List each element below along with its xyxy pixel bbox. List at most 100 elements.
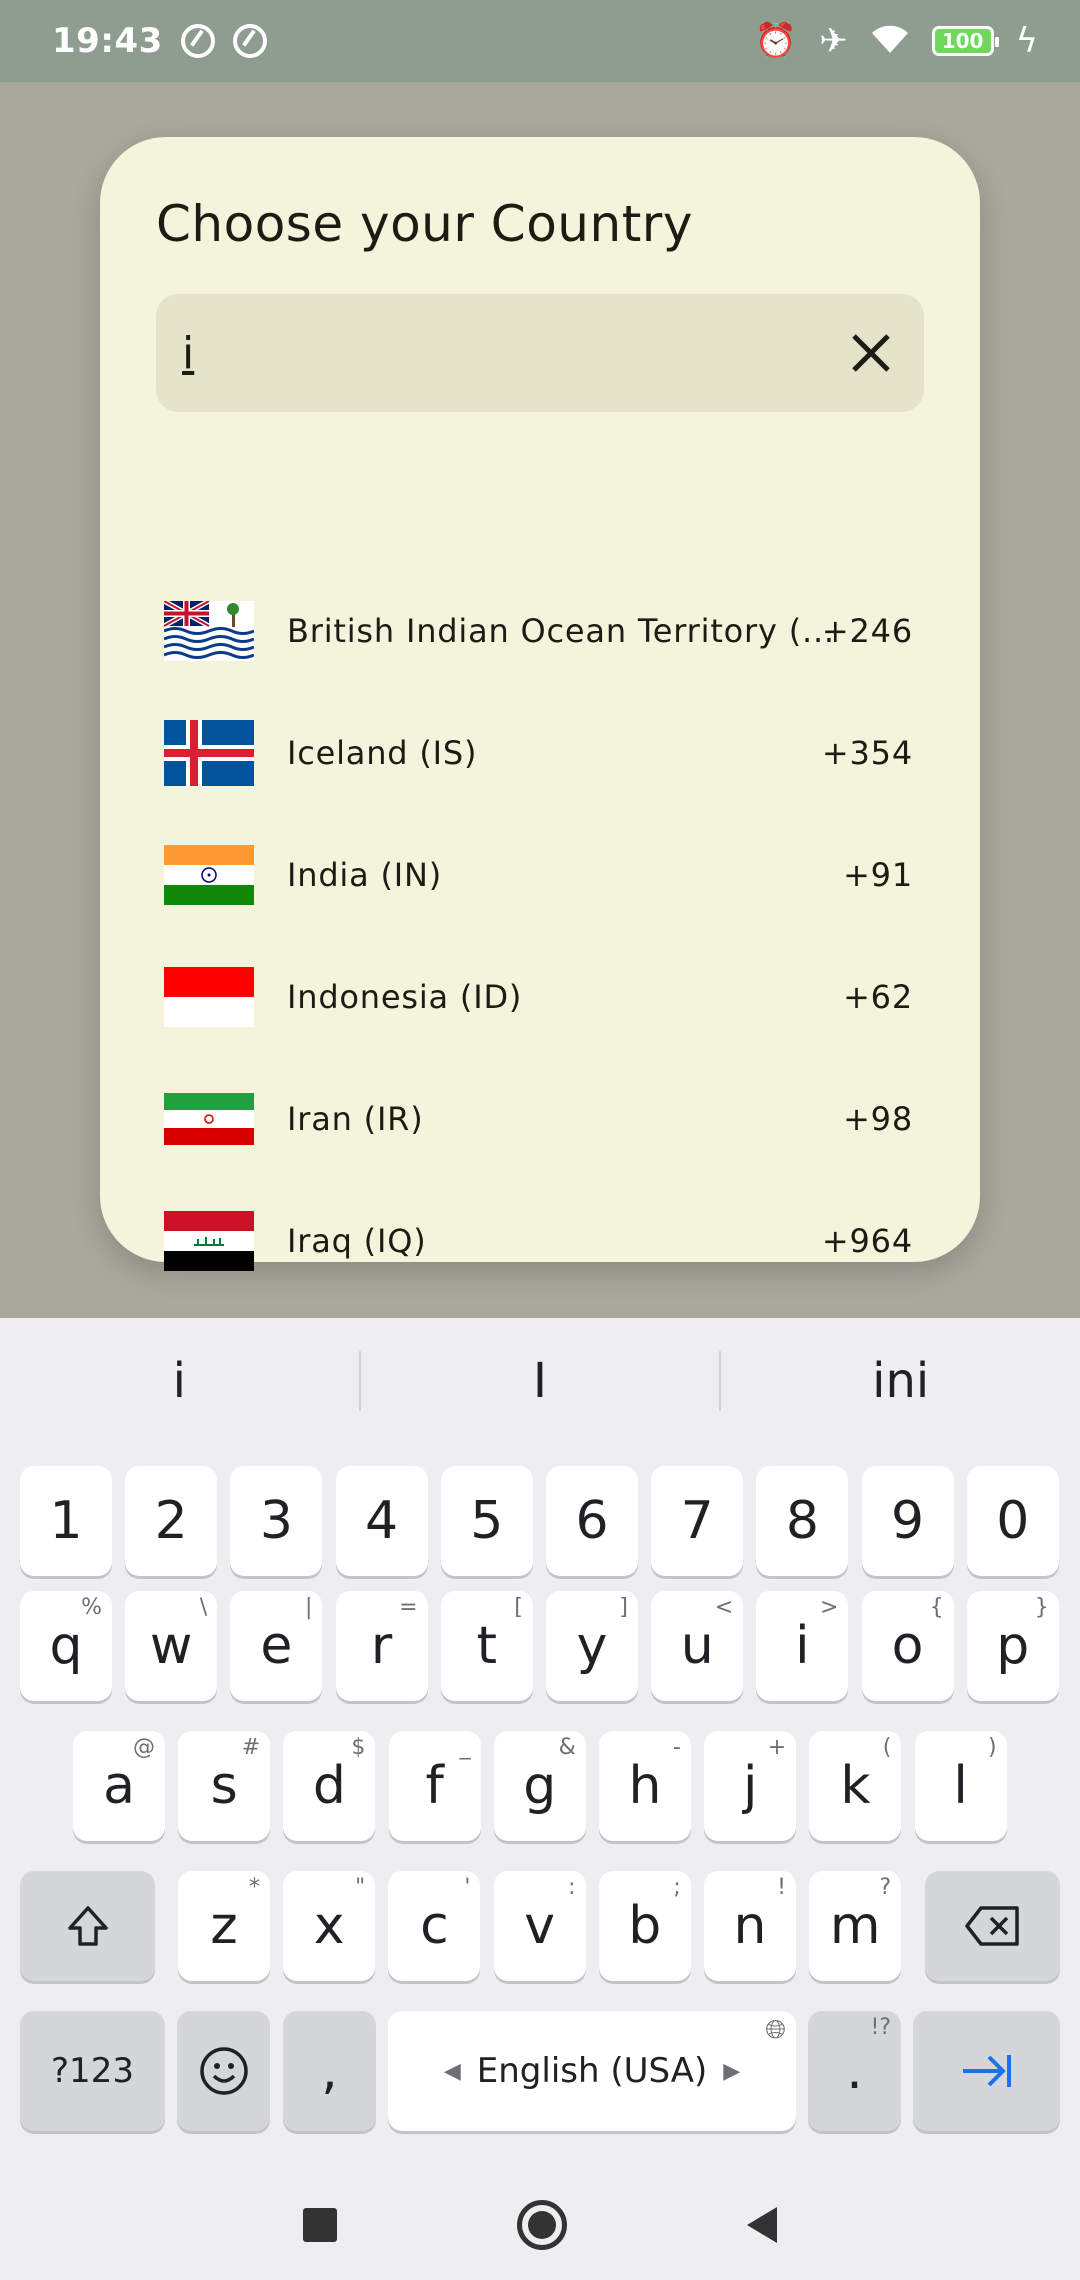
wifi-icon (870, 23, 910, 59)
key-label: 0 (996, 1491, 1030, 1551)
key-l[interactable]: l) (914, 1731, 1007, 1841)
key-label: u (680, 1616, 714, 1676)
home-icon[interactable] (517, 2200, 567, 2250)
key-hint: ! (777, 1875, 786, 1900)
suggestion-3[interactable]: ini (721, 1353, 1080, 1409)
key-label: 8 (785, 1491, 819, 1551)
key-hint: # (241, 1735, 261, 1760)
key-z[interactable]: z * (178, 1871, 270, 1981)
key-k[interactable]: k( (809, 1731, 902, 1841)
shift-key[interactable] (20, 1871, 155, 1981)
key-r[interactable]: r = (335, 1591, 428, 1701)
flag-is-icon (164, 720, 254, 786)
key-p[interactable]: p} (966, 1591, 1059, 1701)
key-7[interactable]: 7 (651, 1466, 744, 1576)
symbols-key[interactable]: ?123 (20, 2011, 165, 2131)
flag-id-icon (164, 967, 254, 1027)
key-t[interactable]: t[ (440, 1591, 533, 1701)
key-n[interactable]: n! (704, 1871, 796, 1981)
key-g[interactable]: g & (493, 1731, 586, 1841)
key-h[interactable]: h- (599, 1731, 691, 1841)
key-6[interactable]: 6 (546, 1466, 638, 1576)
key-2[interactable]: 2 (125, 1466, 218, 1576)
key-hint: ? (879, 1875, 892, 1900)
key-hint: } (1034, 1595, 1049, 1620)
list-item-country[interactable]: British Indian Ocean Territory (... +246 (100, 576, 980, 686)
charging-icon: ϟ (1015, 21, 1038, 61)
key-hint: ) (988, 1735, 997, 1760)
key-y[interactable]: y] (546, 1591, 638, 1701)
key-label: k (840, 1756, 871, 1816)
battery-level: 100 (941, 29, 984, 53)
key-hint: " (355, 1875, 366, 1900)
country-name: Iraq (IQ) (287, 1222, 427, 1260)
key-hint: : (568, 1875, 576, 1900)
list-item-country[interactable]: India (IN) +91 (100, 820, 980, 930)
key-v[interactable]: v: (493, 1871, 586, 1981)
key-b[interactable]: b; (598, 1871, 691, 1981)
key-9[interactable]: 9 (861, 1466, 954, 1576)
suggestion-2[interactable]: I (361, 1353, 720, 1409)
key-hint: = (399, 1595, 418, 1620)
key-label: 3 (259, 1491, 293, 1551)
key-w[interactable]: w \ (125, 1591, 218, 1701)
space-key[interactable]: ◀ English (USA) ▶ 🌐︎ (388, 2011, 796, 2131)
comma-key[interactable]: , (283, 2011, 376, 2131)
key-q[interactable]: q% (20, 1591, 112, 1701)
shift-icon (67, 1906, 108, 1946)
key-label: l (953, 1756, 968, 1816)
key-m[interactable]: m? (809, 1871, 902, 1981)
flag-io-icon (164, 601, 254, 661)
country-dial-code: +91 (843, 856, 913, 894)
list-item-country[interactable]: Iran (IR) +98 (100, 1064, 980, 1174)
search-input[interactable] (182, 312, 822, 394)
key-u[interactable]: u < (651, 1591, 744, 1701)
key-label: p (996, 1616, 1030, 1676)
recents-icon[interactable] (303, 2208, 337, 2242)
key-hint: $ (351, 1735, 366, 1760)
suggestion-strip: i I ini (0, 1318, 1080, 1443)
key-hint: < (714, 1595, 734, 1620)
key-e[interactable]: e | (230, 1591, 323, 1701)
key-i[interactable]: i > (756, 1591, 849, 1701)
key-hint: & (558, 1735, 576, 1760)
key-label: x (313, 1896, 345, 1956)
suggestion-1[interactable]: i (0, 1353, 359, 1409)
alarm-icon: ⏰ (754, 21, 798, 61)
back-icon[interactable] (747, 2207, 777, 2243)
key-hint: { (929, 1595, 944, 1620)
country-name: India (IN) (287, 856, 443, 894)
key-c[interactable]: c ' (388, 1871, 481, 1981)
list-item-country[interactable]: Iraq (IQ) +964 (100, 1186, 980, 1296)
battery-icon: 100 (931, 26, 999, 56)
list-item-country[interactable]: Indonesia (ID) +62 (100, 942, 980, 1052)
key-8[interactable]: 8 (756, 1466, 849, 1576)
key-f[interactable]: f _ (388, 1731, 481, 1841)
key-a[interactable]: a @ (73, 1731, 165, 1841)
key-label: v (524, 1896, 555, 1956)
emoji-key[interactable] (177, 2011, 270, 2131)
key-hint: ( (882, 1735, 892, 1760)
key-1[interactable]: 1 (20, 1466, 112, 1576)
period-key[interactable]: . !? (808, 2011, 901, 2131)
key-5[interactable]: 5 (440, 1466, 533, 1576)
key-label: h (628, 1756, 662, 1816)
key-row-bottom: ?123 , ◀ English (USA) ▶ 🌐︎ . !? (0, 2011, 1080, 2131)
chevron-right-icon: ▶ (723, 2058, 741, 2084)
next-key[interactable] (913, 2011, 1060, 2131)
key-j[interactable]: j + (704, 1731, 797, 1841)
key-s[interactable]: s # (178, 1731, 271, 1841)
key-label: 5 (470, 1491, 504, 1551)
key-4[interactable]: 4 (335, 1466, 428, 1576)
backspace-key[interactable] (925, 1871, 1060, 1981)
key-x[interactable]: x " (283, 1871, 376, 1981)
clear-button[interactable] (846, 328, 896, 378)
key-o[interactable]: o{ (861, 1591, 954, 1701)
key-d[interactable]: d $ (283, 1731, 376, 1841)
list-item-country[interactable]: Iceland (IS) +354 (100, 698, 980, 808)
key-label: q (49, 1616, 83, 1676)
key-0[interactable]: 0 (966, 1466, 1059, 1576)
key-hint: [ (514, 1595, 523, 1620)
key-3[interactable]: 3 (230, 1466, 323, 1576)
key-hint: _ (459, 1735, 471, 1760)
